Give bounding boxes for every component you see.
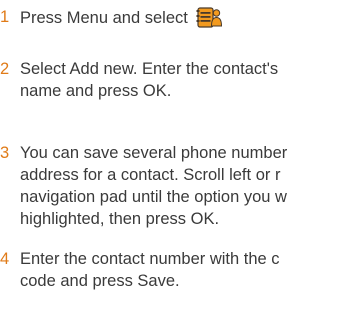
step-line: navigation pad until the option you w <box>20 188 287 206</box>
step-number: 2 <box>0 60 10 78</box>
contacts-icon <box>196 6 223 28</box>
step-text: Enter the contact number with the c code… <box>20 248 280 292</box>
step-line: highlighted, then press OK. <box>20 210 220 228</box>
step-line: address for a contact. Scroll left or r <box>20 166 281 184</box>
step-text: Press Menu and select <box>20 6 223 29</box>
step-line: Press Menu and select <box>20 9 188 27</box>
step-line: name and press OK. <box>20 82 172 100</box>
step-line: Select Add new. Enter the contact's <box>20 60 279 78</box>
step-number: 4 <box>0 250 10 268</box>
step-number: 1 <box>0 8 10 26</box>
step-line: Enter the contact number with the c <box>20 250 280 268</box>
step-number: 3 <box>0 144 10 162</box>
step-line: code and press Save. <box>20 272 180 290</box>
step-line: You can save several phone number <box>20 144 288 162</box>
step-text: You can save several phone number addres… <box>20 142 287 230</box>
step-text: Select Add new. Enter the contact's name… <box>20 58 278 102</box>
